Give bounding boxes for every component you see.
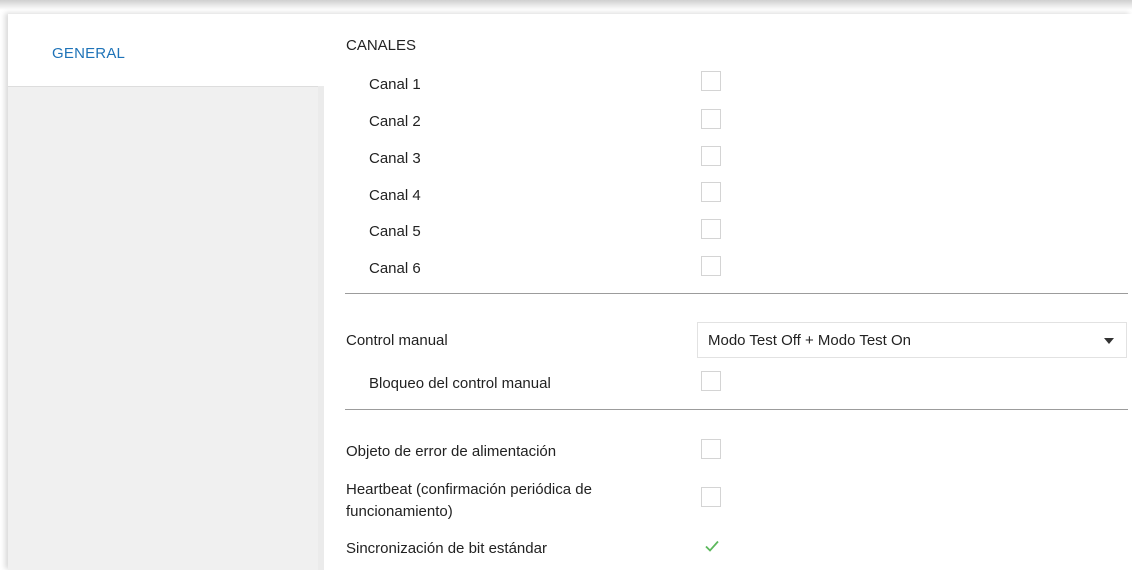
separator-1 xyxy=(345,293,1128,294)
heartbeat-label-line1: Heartbeat (confirmación periódica de xyxy=(346,481,592,498)
manual-control-label: Control manual xyxy=(346,332,448,349)
manual-control-value: Modo Test Off + Modo Test On xyxy=(708,332,912,349)
channel-3-label: Canal 3 xyxy=(369,150,421,167)
power-error-checkbox[interactable] xyxy=(701,439,721,459)
sidebar-empty-area xyxy=(8,87,324,570)
tab-general-label: GENERAL xyxy=(52,45,126,62)
channel-5-checkbox[interactable] xyxy=(701,219,721,239)
channel-2-checkbox[interactable] xyxy=(701,109,721,129)
window-top-edge xyxy=(0,0,1132,10)
tab-general[interactable]: GENERAL xyxy=(8,20,324,87)
channel-2-label: Canal 2 xyxy=(369,113,421,130)
channel-6-checkbox[interactable] xyxy=(701,256,721,276)
channel-1-checkbox[interactable] xyxy=(701,71,721,91)
channel-1-label: Canal 1 xyxy=(369,76,421,93)
heartbeat-checkbox[interactable] xyxy=(701,487,721,507)
sync-label: Sincronización de bit estándar xyxy=(346,540,547,557)
channel-4-checkbox[interactable] xyxy=(701,182,721,202)
manual-lock-checkbox[interactable] xyxy=(701,371,721,391)
checkmark-icon xyxy=(705,540,719,552)
sync-checkbox[interactable] xyxy=(701,536,721,556)
heartbeat-label-line2: funcionamiento) xyxy=(346,503,453,520)
channel-5-label: Canal 5 xyxy=(369,223,421,240)
sidebar: GENERAL xyxy=(8,20,324,570)
panel-divider[interactable] xyxy=(318,86,324,570)
manual-control-select[interactable]: Modo Test Off + Modo Test On xyxy=(697,322,1127,358)
power-error-label: Objeto de error de alimentación xyxy=(346,443,557,460)
channel-4-label: Canal 4 xyxy=(369,187,421,204)
channel-6-label: Canal 6 xyxy=(369,260,421,277)
channel-3-checkbox[interactable] xyxy=(701,146,721,166)
dropdown-arrow-icon xyxy=(1104,338,1114,344)
section-header-channels: CANALES xyxy=(346,37,417,54)
manual-lock-label: Bloqueo del control manual xyxy=(369,375,551,392)
separator-2 xyxy=(345,409,1128,410)
